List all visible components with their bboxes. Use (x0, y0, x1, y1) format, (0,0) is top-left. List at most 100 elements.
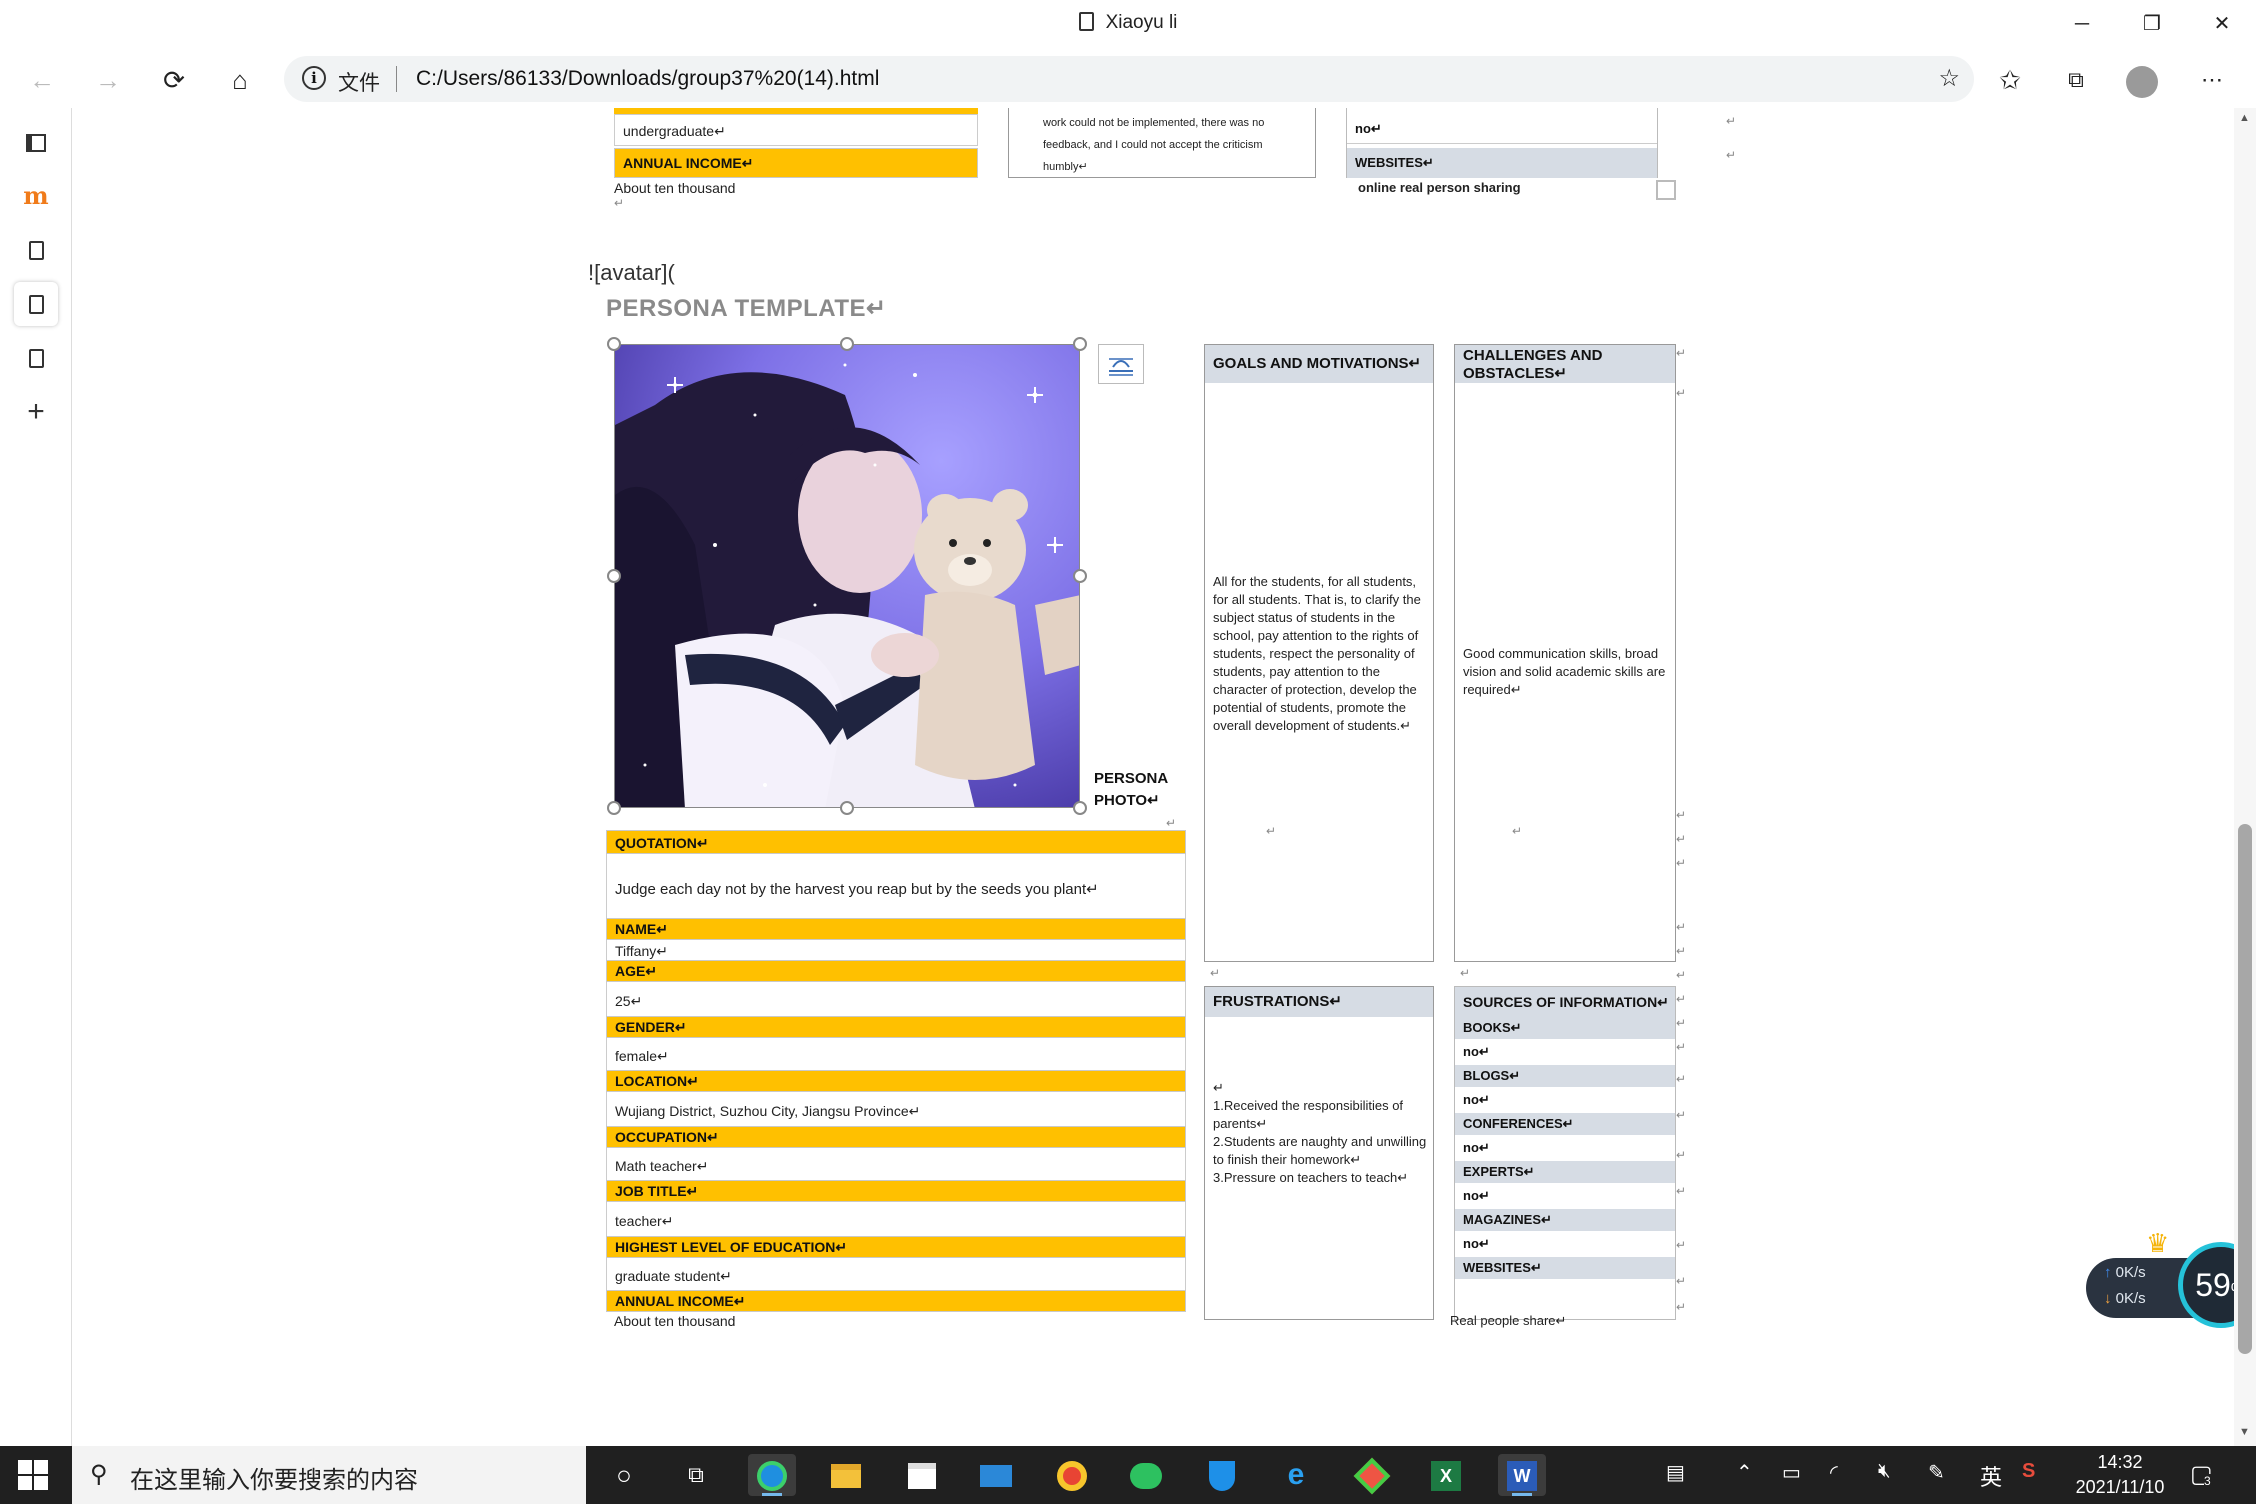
scroll-up-arrow-icon[interactable]: ▲ (2239, 112, 2250, 124)
frustration-fragment-box: work could not be implemented, there was… (1008, 108, 1316, 178)
ime-indicator[interactable]: 英 (1980, 1460, 2002, 1492)
profile-avatar[interactable] (2120, 58, 2164, 102)
location-header: LOCATION↵ (606, 1070, 1186, 1092)
active-page-tab-icon[interactable] (14, 282, 58, 326)
gender-header: GENDER↵ (606, 1016, 1186, 1038)
scroll-down-arrow-icon[interactable]: ▼ (2239, 1426, 2250, 1438)
scrollbar-thumb[interactable] (2238, 824, 2252, 1354)
cortana-icon[interactable]: ○ (600, 1454, 648, 1496)
address-bar[interactable]: i 文件 C:/Users/86133/Downloads/group37%20… (284, 56, 1974, 102)
paragraph-mark: ↵ (1676, 856, 1687, 870)
volume-muted-icon[interactable]: 🔇︎ (1878, 1460, 1891, 1483)
shield-app-icon[interactable] (1198, 1454, 1246, 1496)
refresh-button[interactable]: ⟳ (152, 58, 196, 102)
url-text[interactable]: C:/Users/86133/Downloads/group37%20(14).… (416, 67, 879, 91)
name-value: Tiffany↵ (606, 940, 1186, 960)
frustration-line: work could not be implemented, there was… (1043, 117, 1265, 129)
home-button[interactable]: ⌂ (218, 58, 262, 102)
taskbar-search-box[interactable]: ⚲ 在这里输入你要搜索的内容 (72, 1446, 586, 1504)
frustrations-box: FRUSTRATIONS↵ ↵ 1.Received the responsib… (1204, 986, 1434, 1320)
more-menu-icon[interactable]: ⋯ (2190, 58, 2234, 102)
tab-manager-icon[interactable] (14, 120, 58, 164)
window-title: Xiaoyu li (0, 12, 2256, 34)
windows-taskbar: ⚲ 在这里输入你要搜索的内容 ○ ⧉ e X W ▤ ⌃ ▭ ◜ 🔇︎ ✎ 英 … (0, 1446, 2256, 1504)
resize-handle[interactable] (840, 337, 854, 351)
avatar-markdown-text: ![avatar]( (588, 260, 675, 285)
notification-count: 3 (2204, 1474, 2211, 1488)
edge-taskbar-icon[interactable] (748, 1454, 796, 1496)
news-widget-icon[interactable]: ▤ (1666, 1460, 1685, 1485)
new-tab-icon[interactable]: + (14, 390, 58, 434)
sources-fragment-box: no↵ WEBSITES↵ (1346, 108, 1658, 178)
frustration-item: 2.Students are naughty and unwilling to … (1213, 1134, 1427, 1167)
favorites-icon[interactable]: ✩ (1988, 58, 2032, 102)
excel-icon[interactable]: X (1422, 1454, 1470, 1496)
pen-icon[interactable]: ✎ (1928, 1460, 1945, 1485)
search-icon: ⚲ (90, 1461, 108, 1488)
download-speed: 0K/s (2115, 1290, 2146, 1307)
page-tab-icon[interactable] (14, 336, 58, 380)
checkbox-icon[interactable] (1656, 180, 1676, 200)
resize-handle[interactable] (1073, 801, 1087, 815)
page-tab-icon[interactable] (14, 228, 58, 272)
file-explorer-icon[interactable] (822, 1454, 870, 1496)
paragraph-mark: ↵ (1676, 968, 1687, 982)
battery-icon[interactable]: ▭ (1782, 1460, 1801, 1485)
magazines-value: no↵ (1463, 1236, 1490, 1251)
goals-header: GOALS AND MOTIVATIONS↵ (1205, 345, 1433, 383)
internet-explorer-icon[interactable]: e (1272, 1454, 1320, 1496)
sogou-input-icon[interactable]: S (2022, 1460, 2035, 1483)
restore-button[interactable]: ❐ (2122, 4, 2182, 44)
resize-handle[interactable] (607, 569, 621, 583)
task-view-icon[interactable]: ⧉ (672, 1454, 720, 1496)
word-icon[interactable]: W (1498, 1454, 1546, 1496)
minimize-button[interactable]: ─ (2052, 4, 2112, 44)
location-value: Wujiang District, Suzhou City, Jiangsu P… (606, 1092, 1186, 1126)
paragraph-mark: ↵ (1676, 944, 1687, 958)
page-content: undergraduate↵ ANNUAL INCOME↵ About ten … (72, 108, 2256, 1446)
resize-handle[interactable] (1073, 337, 1087, 351)
paragraph-mark: ↵ (1676, 1072, 1687, 1086)
persona-photo-label: PERSONA PHOTO↵ (1094, 770, 1169, 809)
back-button[interactable]: ← (20, 58, 64, 102)
paragraph-mark: ↵ (1676, 1184, 1687, 1198)
resize-handle[interactable] (840, 801, 854, 815)
paint-app-icon[interactable] (1348, 1454, 1396, 1496)
books-header: BOOKS↵ (1455, 1017, 1675, 1039)
forward-button[interactable]: → (86, 58, 130, 102)
resize-handle[interactable] (1073, 569, 1087, 583)
blogs-value: no↵ (1463, 1092, 1490, 1107)
vertical-scrollbar[interactable]: ▲ ▼ (2234, 108, 2256, 1446)
info-icon[interactable]: i (302, 66, 326, 90)
challenges-text: Good communication skills, broad vision … (1463, 646, 1666, 697)
browser-toolbar: ← → ⟳ ⌂ i 文件 C:/Users/86133/Downloads/gr… (0, 50, 2256, 108)
resize-handle[interactable] (607, 337, 621, 351)
books-value: no↵ (1463, 1044, 1490, 1059)
layout-options-button[interactable] (1098, 344, 1144, 384)
frustrations-header: FRUSTRATIONS↵ (1205, 987, 1433, 1017)
start-button[interactable] (18, 1460, 48, 1490)
persona-photo[interactable] (614, 344, 1080, 808)
add-favorite-icon[interactable]: ☆ (1938, 64, 1960, 93)
close-button[interactable]: ✕ (2192, 4, 2252, 44)
moodle-tab-icon[interactable]: m (14, 174, 58, 218)
paragraph-mark: ↵ (1676, 1274, 1687, 1288)
show-hidden-icons-chevron-icon[interactable]: ⌃ (1736, 1460, 1753, 1485)
collections-icon[interactable]: ⧉ (2054, 58, 2098, 102)
wechat-icon[interactable] (1122, 1454, 1170, 1496)
chrome-icon[interactable] (1048, 1454, 1096, 1496)
age-header: AGE↵ (606, 960, 1186, 982)
upload-arrow-icon: ↑ (2104, 1264, 2112, 1281)
store-icon[interactable] (898, 1454, 946, 1496)
paragraph-mark: ↵ (1676, 920, 1687, 934)
taskbar-clock[interactable]: 14:32 2021/11/10 (2060, 1450, 2180, 1500)
notification-center-icon[interactable]: ▢ 3 (2190, 1460, 2213, 1489)
wifi-icon[interactable]: ◜ (1830, 1460, 1838, 1485)
layout-options-icon (1109, 358, 1133, 376)
network-speed-widget[interactable]: ↑ 0K/s ↓ 0K/s ♛ 59% (2086, 1228, 2256, 1330)
resize-handle[interactable] (607, 801, 621, 815)
mail-icon[interactable] (972, 1454, 1020, 1496)
income-header: ANNUAL INCOME↵ (614, 148, 978, 178)
search-placeholder: 在这里输入你要搜索的内容 (130, 1467, 418, 1494)
websites-value: online real person sharing (1358, 180, 1521, 195)
